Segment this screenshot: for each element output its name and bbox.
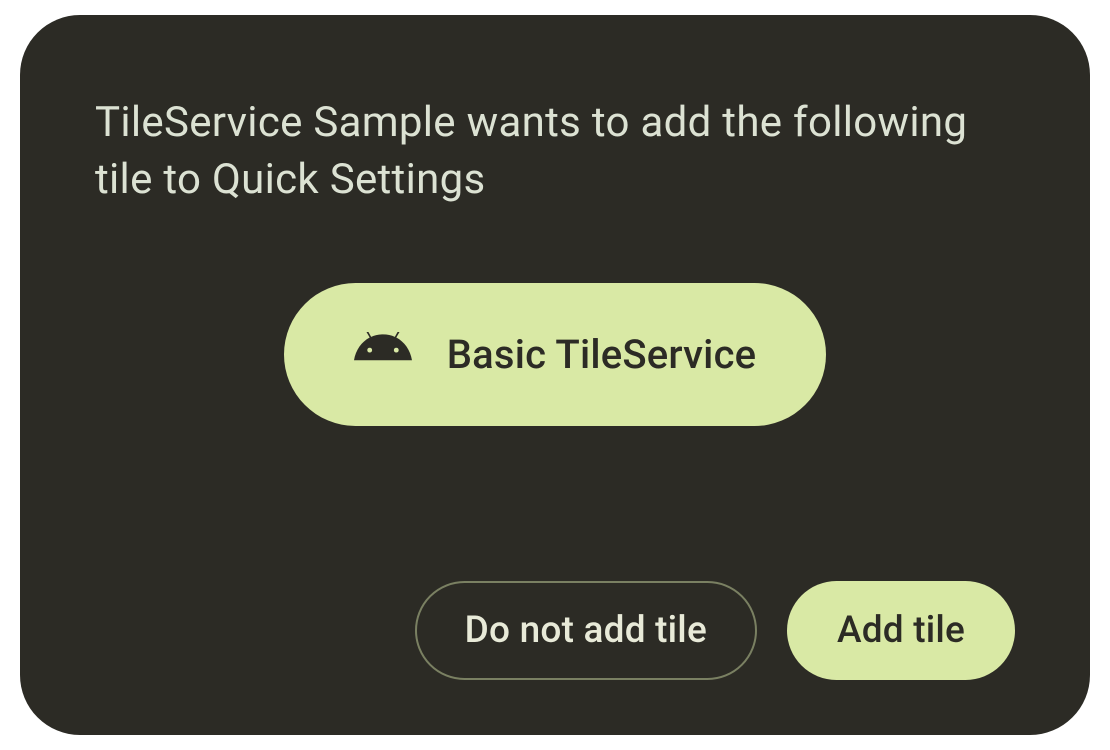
dialog-message: TileService Sample wants to add the foll… [95,95,1015,208]
tile-preview: Basic TileService [284,283,827,426]
tile-label: Basic TileService [447,331,757,378]
add-tile-button[interactable]: Add tile [787,581,1015,680]
add-tile-dialog: TileService Sample wants to add the foll… [20,15,1090,735]
dialog-button-row: Do not add tile Add tile [95,581,1015,680]
tile-preview-container: Basic TileService [95,283,1015,426]
do-not-add-tile-button[interactable]: Do not add tile [415,581,757,680]
android-icon [354,332,412,377]
